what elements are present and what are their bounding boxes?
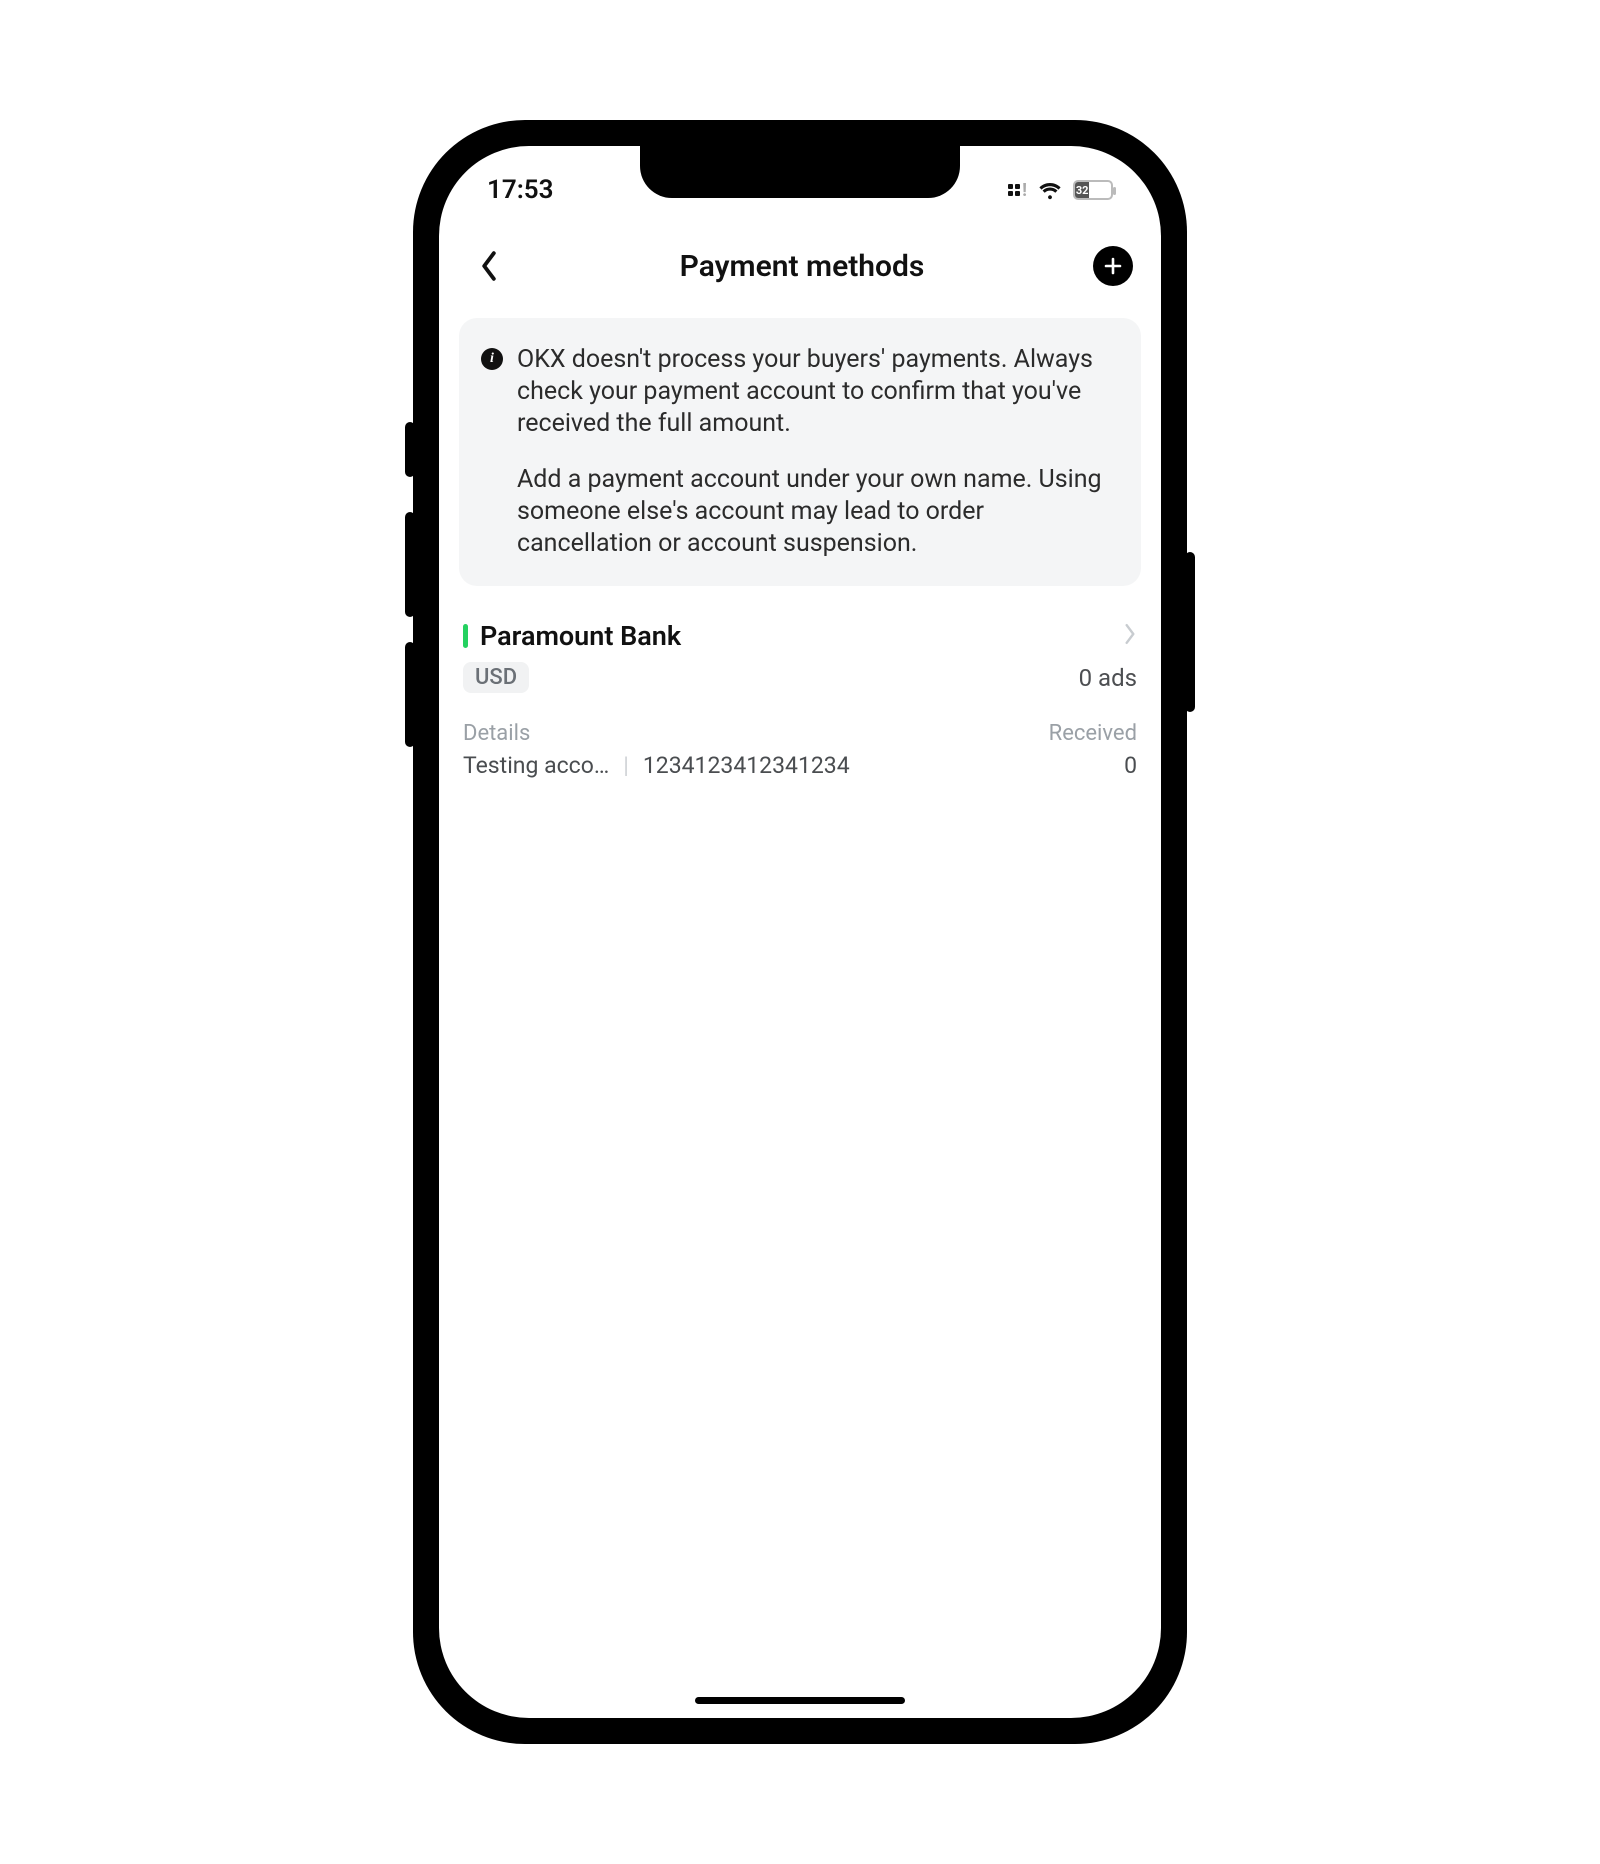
chevron-left-icon [479, 250, 499, 282]
phone-side-button [405, 422, 415, 477]
phone-side-button [405, 512, 415, 617]
plus-icon [1103, 256, 1123, 276]
accent-indicator [463, 624, 468, 648]
ads-count: 0 ads [1079, 664, 1137, 692]
payment-method-item: Paramount Bank USD 0 ads Details Receive… [439, 586, 1161, 779]
screen: 17:53 ! 32 [439, 146, 1161, 1718]
chevron-right-icon [1123, 623, 1137, 649]
status-right: ! 32 [1008, 180, 1113, 201]
payment-method-name: Paramount Bank [480, 620, 681, 652]
account-name: Testing acco… [463, 752, 609, 779]
cellular-icon: ! [1008, 180, 1027, 201]
stage: 17:53 ! 32 [0, 0, 1600, 1864]
battery-percent: 32 [1076, 184, 1089, 197]
info-paragraph-2: Add a payment account under your own nam… [517, 464, 1115, 560]
add-payment-button[interactable] [1093, 246, 1133, 286]
info-paragraph-1: OKX doesn't process your buyers' payment… [517, 344, 1115, 440]
phone-side-button [405, 642, 415, 747]
received-value: 0 [1124, 752, 1137, 779]
notch [640, 146, 960, 198]
battery-icon: 32 [1073, 180, 1113, 200]
received-label: Received [1049, 721, 1137, 746]
info-icon: i [481, 348, 503, 370]
phone-side-button [1185, 552, 1195, 712]
payment-method-values: Testing acco… | 1234123412341234 0 [463, 752, 1137, 779]
payment-method-meta: USD 0 ads [463, 662, 1137, 693]
page-header: Payment methods [439, 216, 1161, 308]
payment-method-header[interactable]: Paramount Bank [463, 620, 1137, 652]
back-button[interactable] [467, 244, 511, 288]
wifi-icon [1037, 180, 1063, 200]
account-number: 1234123412341234 [643, 752, 850, 779]
home-indicator[interactable] [695, 1697, 905, 1704]
payment-method-labels: Details Received [463, 721, 1137, 746]
phone-frame: 17:53 ! 32 [415, 122, 1185, 1742]
details-label: Details [463, 721, 530, 746]
divider: | [623, 752, 629, 779]
info-notice: i OKX doesn't process your buyers' payme… [459, 318, 1141, 586]
currency-chip: USD [463, 662, 529, 693]
page-title: Payment methods [680, 249, 925, 284]
info-text: OKX doesn't process your buyers' payment… [517, 344, 1115, 560]
status-time: 17:53 [487, 175, 554, 205]
